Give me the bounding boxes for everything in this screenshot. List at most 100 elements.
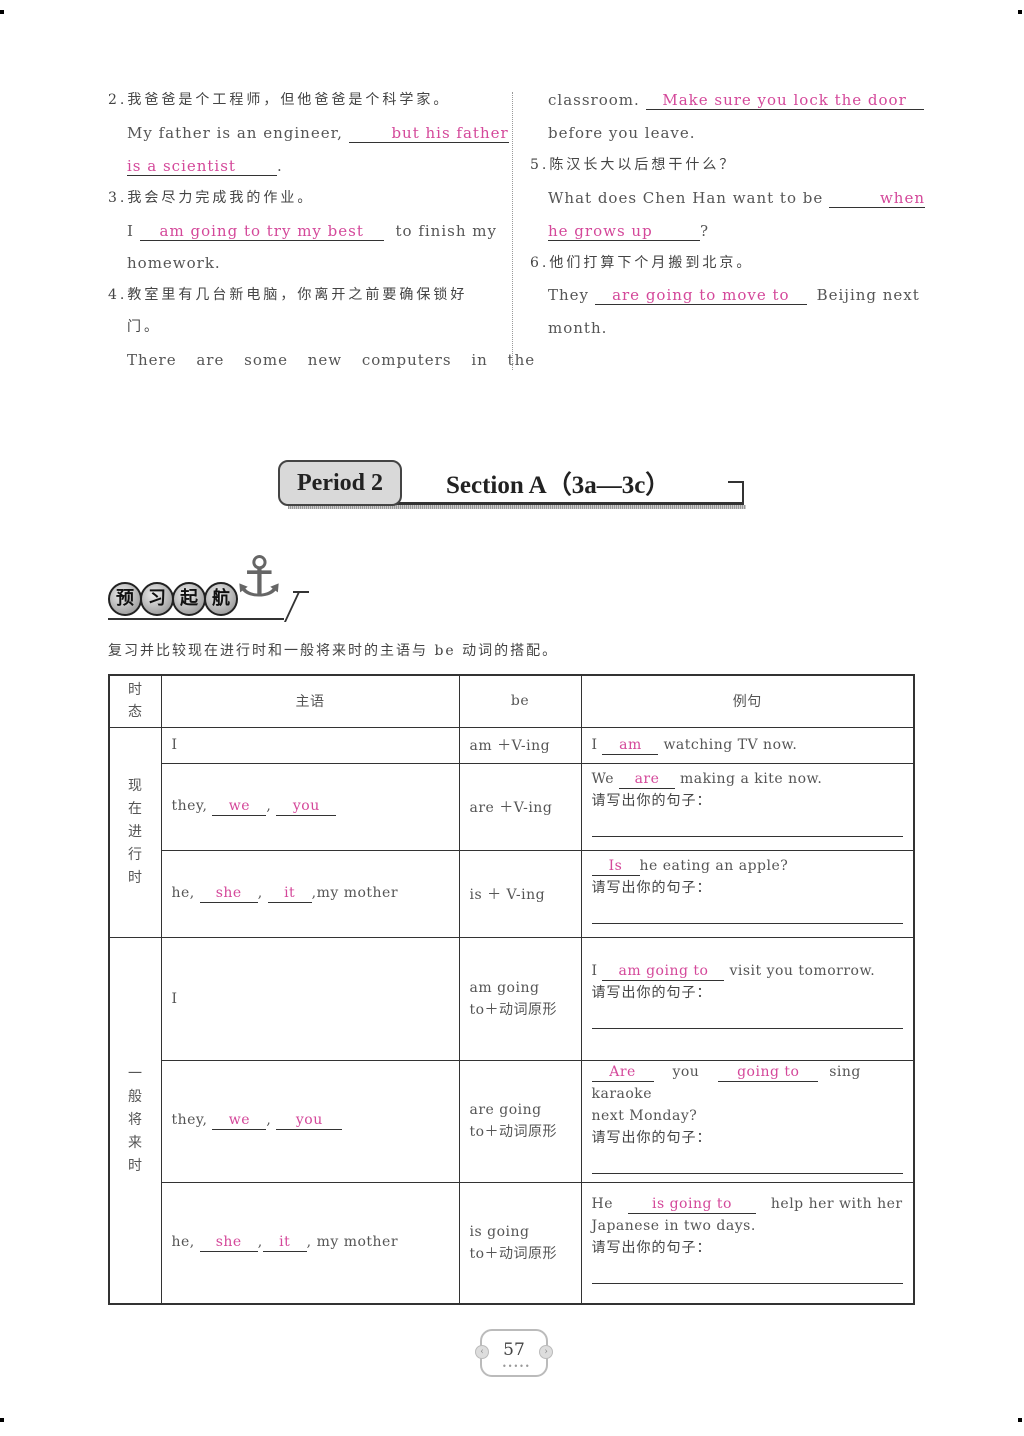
- answer-blank[interactable]: we: [212, 1112, 267, 1130]
- sentence-punct: ?: [700, 222, 710, 240]
- subject-cell: I: [160, 726, 460, 764]
- crop-mark: [1018, 10, 1022, 14]
- answer-blank[interactable]: am going to: [602, 963, 725, 981]
- answer-blank[interactable]: are going to move to: [594, 287, 807, 305]
- sentence-text: There are some new computers in the: [127, 351, 536, 369]
- answer-blank[interactable]: you: [276, 798, 337, 816]
- section-title: Section A（3a—3c）: [446, 472, 671, 499]
- header-tense: 时态: [108, 674, 162, 728]
- sentence-text: before you leave.: [548, 124, 696, 142]
- table-row: they, we, you are going to＋动词原形 Are you …: [109, 1059, 915, 1183]
- answer-blank[interactable]: it: [262, 1234, 307, 1252]
- table-row: he, she, it, my mother is going to＋动词原形 H…: [109, 1181, 915, 1305]
- exercise-number: 2.: [108, 92, 128, 108]
- answer-blank[interactable]: am going to try my best: [139, 223, 384, 241]
- table-header-row: 时态 主语 be 例句: [108, 674, 915, 728]
- subject-cell: I: [160, 936, 460, 1061]
- period-badge: Period 2: [278, 460, 402, 506]
- banner-char: 预: [108, 582, 142, 616]
- example-cell: He is going to help her with her Japanes…: [580, 1181, 915, 1305]
- be-cell: am going to＋动词原形: [458, 936, 582, 1061]
- example-cell: I am watching TV now.: [580, 726, 915, 764]
- answer-blank[interactable]: going to: [718, 1064, 819, 1082]
- be-cell: is ＋ V-ing: [458, 849, 582, 938]
- answer-blank[interactable]: when: [829, 190, 926, 208]
- be-cell: am ＋V-ing: [458, 726, 582, 764]
- example-cell: Are you going to sing karaoke next Monda…: [580, 1059, 915, 1183]
- exercise-number: 6.: [530, 255, 550, 271]
- sentence-text: classroom.: [548, 91, 640, 109]
- period-banner: Period 2 Section A（3a—3c）: [278, 457, 746, 513]
- preview-banner: ⚓ 预 习 起 航: [108, 548, 318, 628]
- exercise-prompt-cn: 门。: [127, 319, 161, 335]
- answer-blank[interactable]: is going to: [627, 1196, 756, 1215]
- example-cell: Is he eating an apple? 请写出你的句子：: [580, 849, 915, 938]
- write-prompt: 请写出你的句子：: [591, 793, 712, 809]
- instruction-text: 复习并比较现在进行时和一般将来时的主语与 be 动词的搭配。: [108, 643, 559, 659]
- subject-cell: they, we, you: [160, 762, 460, 851]
- write-line[interactable]: [591, 1014, 903, 1029]
- header-example: 例句: [580, 674, 915, 728]
- exercise-prompt-cn: 他们打算下个月搬到北京。: [549, 255, 754, 271]
- table-row: he, she, it ,my mother is ＋ V-ing Is he ea…: [109, 849, 915, 938]
- answer-blank[interactable]: Is: [591, 858, 640, 876]
- be-cell: are going to＋动词原形: [458, 1059, 582, 1183]
- exercise-prompt-cn: 我爸爸是个工程师，但他爸爸是个科学家。: [127, 92, 451, 108]
- sentence-text: I: [127, 222, 134, 240]
- exercise-prompt-cn: 陈汉长大以后想干什么？: [549, 157, 737, 173]
- write-prompt: 请写出你的句子：: [591, 880, 712, 896]
- sentence-text: homework.: [127, 254, 221, 272]
- exercise-number: 5.: [530, 157, 550, 173]
- answer-blank[interactable]: you: [276, 1112, 343, 1130]
- page-number-badge: ‹ 57 › •••••: [475, 1329, 553, 1377]
- write-line[interactable]: [591, 909, 903, 924]
- write-prompt: 请写出你的句子：: [591, 1240, 712, 1257]
- header-be: be: [458, 674, 582, 728]
- answer-blank[interactable]: she: [199, 1234, 258, 1252]
- answer-blank[interactable]: are: [619, 771, 675, 789]
- crop-mark: [0, 1418, 4, 1422]
- exercise-prompt-cn: 教室里有几台新电脑，你离开之前要确保锁好: [127, 287, 468, 303]
- banner-char: 起: [172, 582, 206, 616]
- table-row: 一般将来时 I am going to＋动词原形 I am going to v…: [108, 936, 915, 1305]
- page-number: 57: [503, 1340, 525, 1360]
- example-cell: We are making a kite now. 请写出你的句子：: [580, 762, 915, 851]
- exercise-number: 3.: [108, 190, 128, 206]
- example-cell: I am going to visit you tomorrow. 请写出你的句…: [580, 936, 915, 1061]
- write-prompt: 请写出你的句子：: [591, 985, 712, 1001]
- column-divider: [512, 92, 513, 370]
- answer-blank[interactable]: Make sure you lock the door: [645, 92, 924, 110]
- sentence-punct: .: [277, 157, 283, 175]
- answer-blank[interactable]: we: [212, 798, 267, 816]
- anchor-icon: ⚓: [234, 545, 285, 610]
- answer-blank[interactable]: am: [602, 737, 659, 755]
- answer-blank[interactable]: he grows up: [548, 223, 700, 241]
- write-line[interactable]: [591, 1159, 903, 1174]
- be-cell: is going to＋动词原形: [458, 1181, 582, 1305]
- answer-blank[interactable]: she: [199, 885, 258, 903]
- crop-mark: [1018, 1418, 1022, 1422]
- answer-blank[interactable]: it: [267, 885, 312, 903]
- write-prompt: 请写出你的句子：: [591, 1129, 712, 1146]
- write-line[interactable]: [591, 822, 903, 837]
- crop-mark: [0, 10, 4, 14]
- chevron-left-icon: ‹: [475, 1345, 489, 1359]
- subject-cell: he, she, it ,my mother: [160, 849, 460, 938]
- table-row: they, we, you are ＋V-ing We are making a…: [109, 762, 915, 851]
- banner-char: 习: [140, 582, 174, 616]
- tense-simple-future: 一般将来时: [108, 936, 162, 1305]
- banner-char: 航: [204, 582, 238, 616]
- answer-blank[interactable]: Are: [591, 1064, 654, 1082]
- banner-rule: [293, 591, 309, 593]
- sentence-text: to finish my: [395, 222, 497, 240]
- answer-blank[interactable]: is a scientist: [127, 158, 277, 176]
- banner-rule: [284, 592, 300, 622]
- dots-decoration: •••••: [502, 1362, 531, 1371]
- banner-rule: [396, 502, 744, 505]
- table-row: 现在进行时 I am ＋V-ing I am watching TV now.: [108, 726, 915, 938]
- be-cell: are ＋V-ing: [458, 762, 582, 851]
- grammar-table: 时态 主语 be 例句 现在进行时 I am ＋V-ing I am watch…: [108, 674, 915, 1305]
- answer-blank[interactable]: but his father: [348, 125, 509, 143]
- exercise-prompt-cn: 我会尽力完成我的作业。: [127, 190, 315, 206]
- write-line[interactable]: [591, 1269, 903, 1285]
